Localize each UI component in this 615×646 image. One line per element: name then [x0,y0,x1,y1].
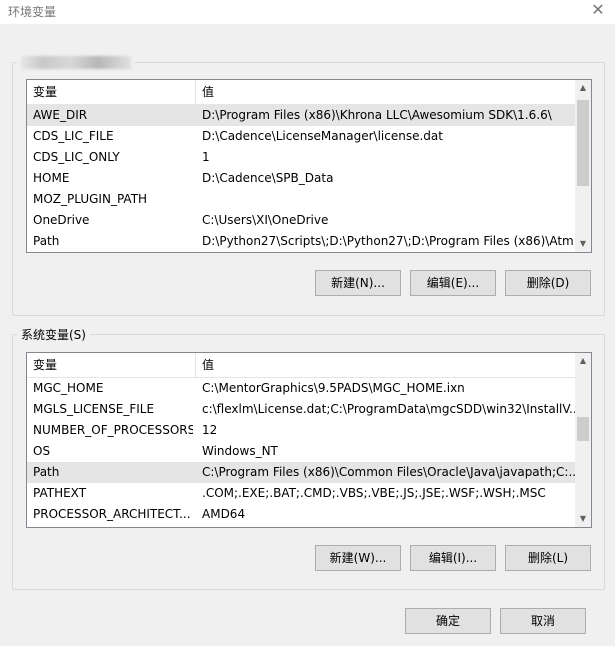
blurred-user-label [21,56,131,69]
table-row[interactable]: CDS_LIC_ONLY 1 [27,147,575,168]
variable-name: OneDrive [33,213,90,227]
variable-value: 12 [202,423,218,437]
system-new-button[interactable]: 新建(W)... [315,545,401,571]
variable-name: OS [33,444,51,458]
table-row[interactable]: Path D:\Python27\Scripts\;D:\Python27\;D:… [27,231,575,252]
variable-name: HOME [33,171,70,185]
variable-name: AWE_DIR [33,108,88,122]
table-row[interactable]: MGLS_LICENSE_FILE c:\flexlm\License.dat;C… [27,399,575,420]
table-row[interactable]: NUMBER_OF_PROCESSORS 12 [27,420,575,441]
scroll-thumb[interactable] [577,100,589,186]
system-edit-button[interactable]: 编辑(I)... [410,545,496,571]
column-header-variable[interactable]: 变量 [27,353,196,377]
user-delete-button[interactable]: 删除(D) [505,270,591,296]
vertical-scrollbar[interactable]: ▲ ▼ [575,80,591,252]
variable-name: CDS_LIC_ONLY [33,150,120,164]
variable-name: Path [33,234,60,248]
scroll-thumb[interactable] [577,417,589,441]
system-variables-label: 系统变量(S) [21,328,86,342]
table-row[interactable]: Path C:\Program Files (x86)\Common Files\… [27,462,575,483]
table-row[interactable]: MOZ_PLUGIN_PATH [27,189,575,210]
list-header: 变量 值 [27,80,591,105]
variable-name: CDS_LIC_FILE [33,129,114,143]
variable-value: C:\Users\XI\OneDrive [202,213,329,227]
scroll-up-icon[interactable]: ▲ [575,80,591,96]
table-row[interactable]: PROCESSOR_ARCHITECT... AMD64 [27,504,575,525]
list-header: 变量 值 [27,353,591,378]
variable-value: AMD64 [202,507,246,521]
variable-name: Path [33,465,60,479]
variable-value: D:\Python27\Scripts\;D:\Python27\;D:\Pro… [202,234,575,248]
scroll-down-icon[interactable]: ▼ [575,236,591,252]
column-header-value[interactable]: 值 [196,353,591,377]
variable-value: D:\Cadence\SPB_Data [202,171,334,185]
ok-button[interactable]: 确定 [405,608,491,634]
window-title: 环境变量 [8,5,57,19]
close-icon[interactable]: ✕ [587,0,609,20]
vertical-scrollbar[interactable]: ▲ ▼ [575,353,591,527]
variable-name: MGLS_LICENSE_FILE [33,402,155,416]
variable-name: MGC_HOME [33,381,104,395]
user-variables-label [17,55,135,69]
variable-name: PATHEXT [33,486,87,500]
table-row[interactable]: AWE_DIR D:\Program Files (x86)\Khrona LLC… [27,105,575,126]
cancel-button[interactable]: 取消 [500,608,586,634]
variable-value: D:\Cadence\LicenseManager\license.dat [202,129,443,143]
table-row[interactable]: OS Windows_NT [27,441,575,462]
table-row[interactable]: PATHEXT .COM;.EXE;.BAT;.CMD;.VBS;.VBE;.JS… [27,483,575,504]
system-delete-button[interactable]: 删除(L) [505,545,591,571]
variable-value: D:\Program Files (x86)\Khrona LLC\Awesom… [202,108,552,122]
variable-value: .COM;.EXE;.BAT;.CMD;.VBS;.VBE;.JS;.JSE;.… [202,486,546,500]
user-variables-rows: AWE_DIR D:\Program Files (x86)\Khrona LLC… [27,105,575,252]
user-new-button[interactable]: 新建(N)... [315,270,401,296]
table-row[interactable]: HOME D:\Cadence\SPB_Data [27,168,575,189]
title-bar: 环境变量 ✕ [0,0,615,24]
variable-value: 1 [202,150,210,164]
user-edit-button[interactable]: 编辑(E)... [410,270,496,296]
variable-value: c:\flexlm\License.dat;C:\ProgramData\mgc… [202,402,575,416]
variable-value: C:\MentorGraphics\9.5PADS\MGC_HOME.ixn [202,381,465,395]
table-row[interactable]: MGC_HOME C:\MentorGraphics\9.5PADS\MGC_HO… [27,378,575,399]
variable-value: Windows_NT [202,444,278,458]
system-variables-rows: MGC_HOME C:\MentorGraphics\9.5PADS\MGC_HO… [27,378,575,525]
scroll-down-icon[interactable]: ▼ [575,511,591,527]
column-header-variable[interactable]: 变量 [27,80,196,104]
variable-name: PROCESSOR_ARCHITECT... [33,507,191,521]
scroll-up-icon[interactable]: ▲ [575,353,591,369]
system-variables-list[interactable]: 变量 值 MGC_HOME C:\MentorGraphics\9.5PADS\M… [26,352,592,528]
table-row[interactable]: OneDrive C:\Users\XI\OneDrive [27,210,575,231]
column-header-value[interactable]: 值 [196,80,591,104]
user-variables-list[interactable]: 变量 值 AWE_DIR D:\Program Files (x86)\Khron… [26,79,592,253]
table-row[interactable]: CDS_LIC_FILE D:\Cadence\LicenseManager\li… [27,126,575,147]
variable-value: C:\Program Files (x86)\Common Files\Orac… [202,465,575,479]
variable-name: NUMBER_OF_PROCESSORS [33,423,193,437]
variable-name: MOZ_PLUGIN_PATH [33,192,148,206]
